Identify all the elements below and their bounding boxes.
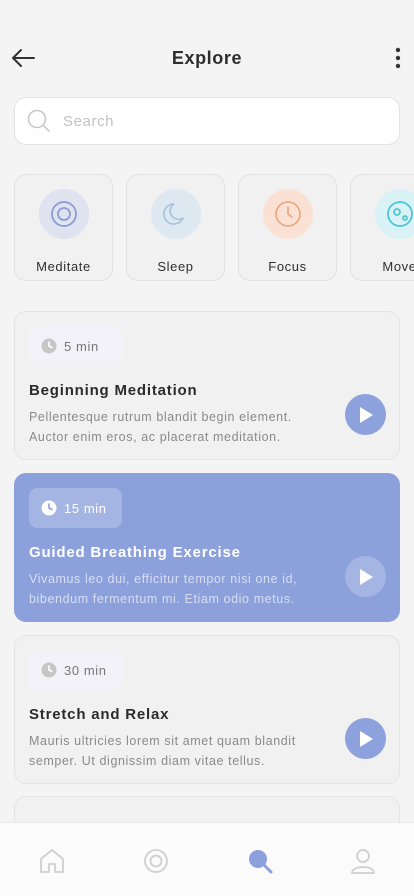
nav-home[interactable] — [36, 845, 68, 877]
nav-search[interactable] — [244, 845, 276, 877]
play-button[interactable] — [345, 718, 386, 759]
duration-text: 15 min — [64, 500, 107, 516]
move-icon — [386, 201, 413, 227]
play-button[interactable] — [345, 394, 386, 435]
session-card[interactable]: 5 min Beginning Meditation Pellentesque … — [14, 311, 400, 460]
play-icon — [359, 406, 373, 423]
session-card-selected[interactable]: 15 min Guided Breathing Exercise Vivamus… — [14, 473, 400, 622]
meditate-icon — [50, 201, 77, 227]
page-title: Explore — [171, 47, 243, 68]
clock-icon — [274, 201, 301, 227]
bottom-nav — [0, 822, 414, 896]
play-button[interactable] — [345, 556, 386, 597]
category-label: Focus — [268, 259, 307, 274]
duration-badge: 5 min — [29, 326, 122, 366]
clock-icon — [41, 500, 57, 516]
top-bar: Explore — [0, 36, 414, 80]
session-title: Guided Breathing Exercise — [29, 544, 241, 561]
category-icon-bubble — [374, 189, 414, 239]
category-list: Meditate Sleep Focus Move — [0, 174, 414, 282]
session-title: Beginning Meditation — [29, 382, 198, 399]
category-label: Sleep — [157, 259, 194, 274]
meditate-icon — [144, 849, 168, 873]
session-title: Stretch and Relax — [29, 706, 170, 723]
play-icon — [359, 730, 373, 747]
arrow-left-icon — [12, 49, 35, 67]
more-vertical-icon — [395, 47, 401, 69]
session-description: Mauris ultricies lorem sit amet quam bla… — [29, 734, 296, 768]
duration-badge: 15 min — [29, 488, 122, 528]
category-sleep[interactable]: Sleep — [126, 174, 225, 281]
session-card[interactable]: 30 min Stretch and Relax Mauris ultricie… — [14, 635, 400, 784]
category-focus[interactable]: Focus — [238, 174, 337, 281]
category-icon-bubble — [150, 189, 201, 239]
clock-icon — [41, 662, 57, 678]
moon-icon — [162, 203, 184, 225]
session-description: Pellentesque rutrum blandit begin elemen… — [29, 410, 292, 444]
search-input[interactable] — [63, 112, 363, 130]
clock-icon — [41, 338, 57, 354]
category-label: Meditate — [36, 259, 91, 274]
category-label: Move — [382, 259, 414, 274]
search-bar[interactable] — [14, 97, 400, 145]
category-move[interactable]: Move — [350, 174, 414, 281]
home-icon — [40, 849, 64, 873]
search-icon — [249, 850, 273, 874]
back-button[interactable] — [10, 46, 36, 70]
nav-profile[interactable] — [347, 845, 379, 877]
duration-badge: 30 min — [29, 650, 122, 690]
nav-meditate[interactable] — [140, 845, 172, 877]
category-meditate[interactable]: Meditate — [14, 174, 113, 281]
category-icon-bubble — [262, 189, 313, 239]
duration-text: 30 min — [64, 662, 107, 678]
session-description: Vivamus leo dui, efficitur tempor nisi o… — [29, 572, 298, 606]
category-icon-bubble — [38, 189, 89, 239]
more-options-button[interactable] — [390, 46, 406, 70]
search-icon — [27, 109, 50, 132]
duration-text: 5 min — [64, 338, 99, 354]
play-icon — [359, 568, 373, 585]
profile-icon — [351, 849, 375, 874]
